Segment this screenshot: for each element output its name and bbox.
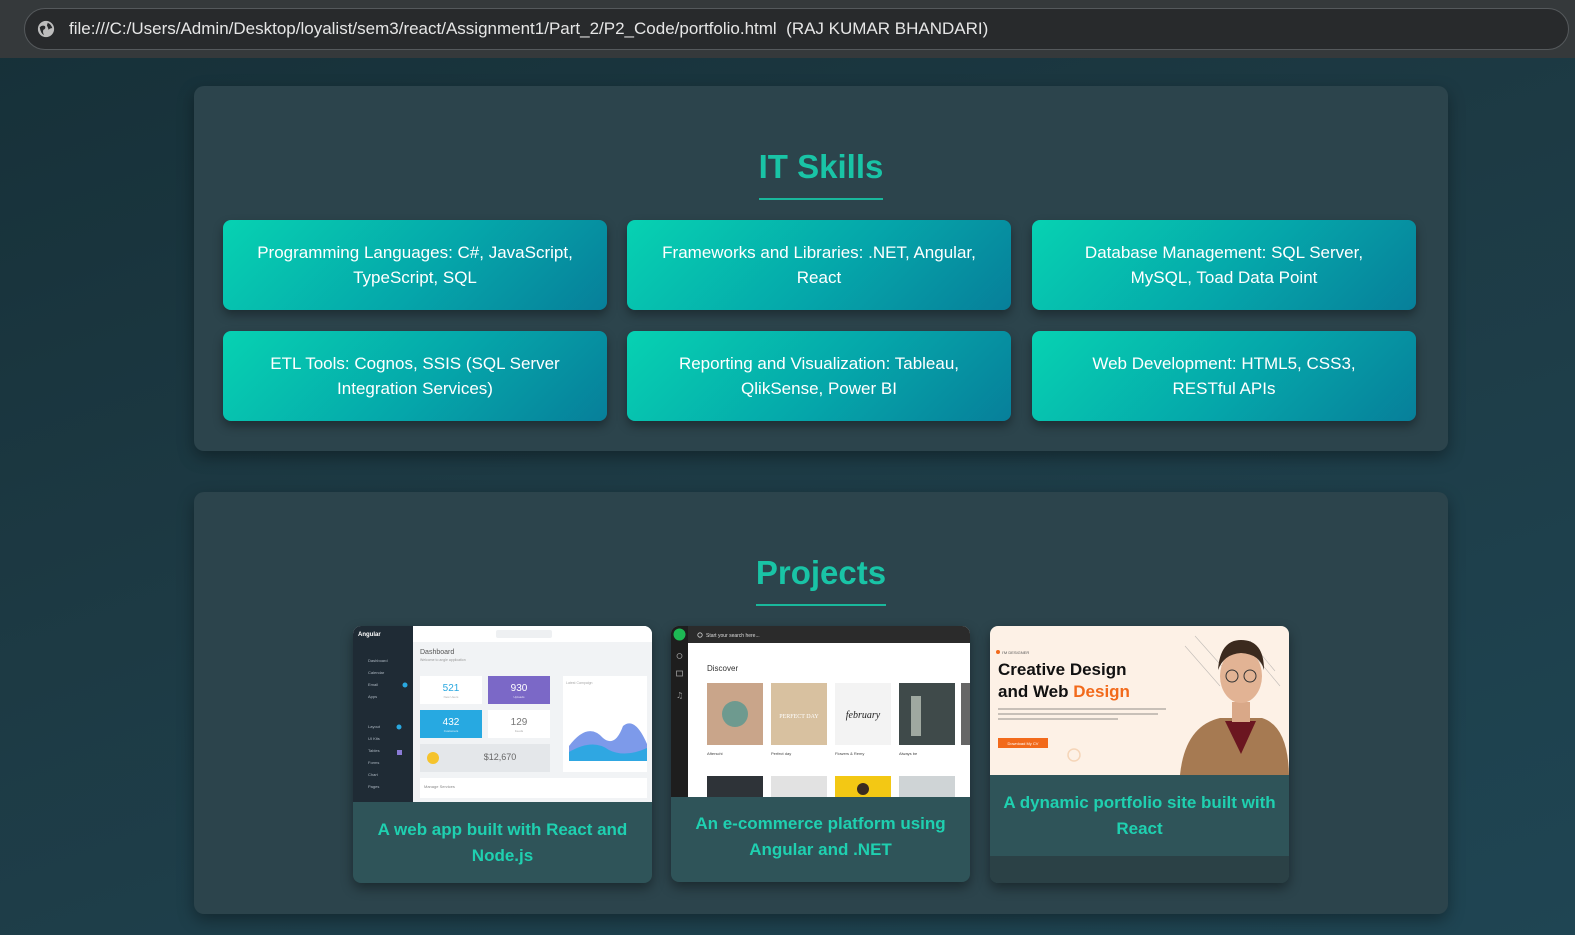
preview-footer: Manage Services [424, 784, 455, 789]
preview-cv-button: Download My CV [1008, 741, 1039, 746]
spotify-logo-icon [673, 628, 686, 641]
it-skills-section: IT Skills Programming Languages: C#, Jav… [194, 86, 1448, 451]
preview-stat-label: Uploads [513, 695, 525, 699]
projects-section: Projects Angular Dashboard Calendar Emai… [194, 492, 1448, 914]
preview-heading: Discover [707, 664, 738, 673]
preview-headline-2a: and Web [998, 682, 1069, 701]
project-2-screenshot: Start your search here... ♫ Discover PER… [671, 626, 970, 797]
projects-heading: Projects [194, 554, 1448, 606]
preview-heading: Dashboard [420, 649, 454, 656]
preview-stat-label: New Users [444, 695, 459, 699]
preview-album-title: Afterschi [707, 751, 723, 756]
project-1-screenshot: Angular Dashboard Calendar Email Apps La… [353, 626, 652, 802]
skill-card-programming: Programming Languages: C#, JavaScript, T… [223, 220, 607, 310]
globe-icon[interactable] [37, 20, 55, 38]
preview-stat-label: Feeds [515, 729, 524, 733]
skill-card-frameworks: Frameworks and Libraries: .NET, Angular,… [627, 220, 1011, 310]
project-3-card-footer [990, 856, 1289, 883]
preview-nav-item: UI Kits [368, 736, 380, 741]
preview-nav-item: Chart [368, 772, 379, 777]
preview-kicker: I'M DESIGNER [1002, 650, 1029, 655]
preview-stat-value: 930 [511, 683, 528, 694]
preview-nav-item: Calendar [368, 670, 385, 675]
preview-nav-item: Layout [368, 724, 381, 729]
preview-nav-item: Apps [368, 694, 377, 699]
skill-card-reporting: Reporting and Visualization: Tableau, Ql… [627, 331, 1011, 421]
project-2-caption: An e-commerce platform using Angular and… [695, 814, 946, 859]
preview-nav-item: Dashboard [368, 658, 388, 663]
preview-sidebar [353, 626, 413, 802]
preview-nav-item: Forms [368, 760, 379, 765]
page-title-suffix: (RAJ KUMAR BHANDARI) [786, 19, 989, 38]
preview-nav-item: Email [368, 682, 378, 687]
preview-search-placeholder: Start your search here... [706, 633, 760, 639]
address-bar[interactable]: file:///C:/Users/Admin/Desktop/loyalist/… [24, 8, 1569, 50]
preview-album-title: Always be [899, 751, 918, 756]
preview-subheading: Welcome to angle application [420, 658, 466, 662]
skill-card-web-dev: Web Development: HTML5, CSS3, RESTful AP… [1032, 331, 1416, 421]
preview-stat-value: 432 [443, 717, 460, 728]
preview-album-title: Perfect day [771, 751, 791, 756]
project-card-1[interactable]: Angular Dashboard Calendar Email Apps La… [353, 626, 652, 883]
project-card-3[interactable]: I'M DESIGNER Creative Design and Web Des… [990, 626, 1289, 883]
project-1-caption: A web app built with React and Node.js [377, 820, 628, 865]
preview-stat-value: 521 [443, 683, 460, 694]
preview-brand: Angular [358, 632, 381, 638]
preview-stat-value: 129 [511, 717, 528, 728]
skill-card-etl: ETL Tools: Cognos, SSIS (SQL Server Inte… [223, 331, 607, 421]
project-card-2[interactable]: Start your search here... ♫ Discover PER… [671, 626, 970, 882]
preview-album-art-text: PERFECT DAY [779, 714, 819, 720]
projects-heading-text: Projects [755, 554, 887, 606]
project-3-screenshot: I'M DESIGNER Creative Design and Web Des… [990, 626, 1289, 775]
preview-money: $12,670 [484, 752, 517, 762]
preview-stat-label: Customers [444, 729, 459, 733]
skill-card-database: Database Management: SQL Server, MySQL, … [1032, 220, 1416, 310]
browser-toolbar: file:///C:/Users/Admin/Desktop/loyalist/… [0, 0, 1575, 58]
preview-headline-1: Creative Design [998, 660, 1127, 679]
it-skills-heading: IT Skills [194, 148, 1448, 200]
svg-text:♫: ♫ [676, 691, 683, 700]
preview-album-title: Flowers & Remy [835, 751, 864, 756]
preview-chart-title: Latest Campaign [566, 681, 593, 685]
url-text[interactable]: file:///C:/Users/Admin/Desktop/loyalist/… [69, 19, 988, 39]
preview-headline-2b: Design [1073, 682, 1130, 701]
preview-nav-item: Pages [368, 784, 379, 789]
preview-album-art-text: february [846, 710, 881, 721]
url-path[interactable]: file:///C:/Users/Admin/Desktop/loyalist/… [69, 19, 777, 38]
preview-nav-item: Tables [368, 748, 380, 753]
project-3-caption: A dynamic portfolio site built with Reac… [1003, 793, 1276, 838]
svg-text:and Web Design: and Web Design [998, 682, 1130, 701]
it-skills-heading-text: IT Skills [758, 148, 884, 200]
